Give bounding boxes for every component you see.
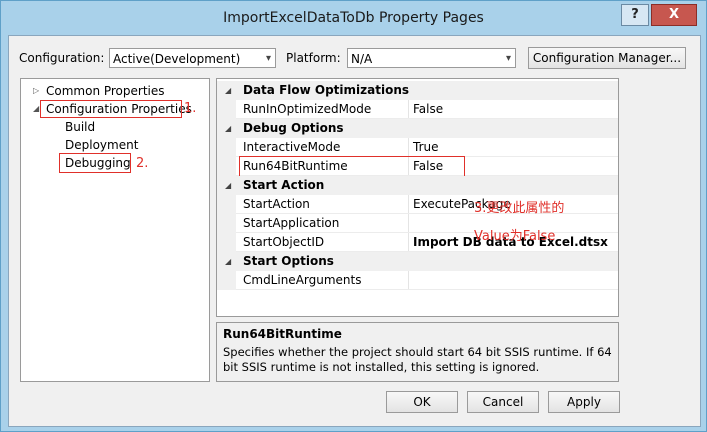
annotation-box-2 (59, 153, 131, 173)
tree-item-common-properties[interactable]: Common Properties (46, 84, 165, 98)
collapse-arrow-icon[interactable]: ◢ (225, 86, 231, 95)
property-name: StartAction (243, 197, 310, 211)
category-start-action[interactable]: ◢ Start Action (217, 176, 618, 195)
annotation-box-1 (40, 100, 182, 118)
configuration-manager-button[interactable]: Configuration Manager... (528, 47, 686, 69)
help-button[interactable]: ? (621, 4, 649, 26)
configuration-value: Active(Development) (113, 52, 241, 66)
expand-arrow-icon[interactable]: ▷ (33, 86, 39, 95)
category-start-options[interactable]: ◢ Start Options (217, 252, 618, 271)
category-debug-options[interactable]: ◢ Debug Options (217, 119, 618, 138)
property-row-run-optimized[interactable]: RunInOptimizedMode False (217, 100, 618, 119)
ok-button[interactable]: OK (386, 391, 458, 413)
property-grid: ◢ Data Flow Optimizations RunInOptimized… (216, 78, 619, 317)
category-data-flow[interactable]: ◢ Data Flow Optimizations (217, 81, 618, 100)
chevron-down-icon: ▾ (265, 53, 271, 64)
property-name: InteractiveMode (243, 140, 341, 154)
property-name: StartObjectID (243, 235, 325, 249)
configuration-label: Configuration: (19, 51, 105, 65)
platform-value: N/A (351, 52, 373, 66)
property-value[interactable]: True (413, 140, 439, 154)
tree-item-deployment[interactable]: Deployment (65, 138, 138, 152)
property-name: StartApplication (243, 216, 340, 230)
platform-combo[interactable]: N/A ▾ (347, 48, 516, 68)
property-row-start-object[interactable]: StartObjectID Import DB data to Excel.dt… (217, 233, 618, 252)
description-title: Run64BitRuntime (223, 327, 342, 341)
property-row-start-application[interactable]: StartApplication (217, 214, 618, 233)
collapse-arrow-icon[interactable]: ◢ (225, 181, 231, 190)
property-row-interactive-mode[interactable]: InteractiveMode True (217, 138, 618, 157)
category-label: Debug Options (243, 121, 344, 135)
settings-tree: ▷ Common Properties ◢ Configuration Prop… (20, 78, 210, 382)
chevron-down-icon: ▾ (505, 53, 511, 64)
apply-button[interactable]: Apply (548, 391, 620, 413)
annotation-label-3a: 3.更改此属性的 (474, 201, 565, 216)
annotation-label-2: 2. (136, 156, 149, 171)
annotation-label-1: 1. (184, 101, 197, 116)
tree-item-build[interactable]: Build (65, 120, 95, 134)
dialog-client-area: Configuration: Active(Development) ▾ Pla… (8, 35, 701, 427)
platform-label: Platform: (286, 51, 341, 65)
close-button[interactable]: X (651, 4, 697, 26)
property-name: RunInOptimizedMode (243, 102, 372, 116)
category-label: Start Options (243, 254, 334, 268)
cancel-button[interactable]: Cancel (467, 391, 539, 413)
property-value[interactable]: False (413, 102, 443, 116)
property-row-cmd-args[interactable]: CmdLineArguments (217, 271, 618, 290)
description-panel: Run64BitRuntime Specifies whether the pr… (216, 322, 619, 382)
category-label: Start Action (243, 178, 325, 192)
title-bar[interactable]: ImportExcelDataToDb Property Pages ? X (1, 1, 706, 35)
description-text: Specifies whether the project should sta… (223, 345, 612, 374)
annotation-label-3b: Value为False (474, 229, 556, 244)
property-pages-window: ImportExcelDataToDb Property Pages ? X C… (0, 0, 707, 432)
annotation-box-3 (239, 156, 465, 177)
collapse-arrow-icon[interactable]: ◢ (33, 104, 39, 113)
category-label: Data Flow Optimizations (243, 83, 410, 97)
collapse-arrow-icon[interactable]: ◢ (225, 124, 231, 133)
configuration-combo[interactable]: Active(Development) ▾ (109, 48, 276, 68)
window-title: ImportExcelDataToDb Property Pages (223, 10, 484, 26)
collapse-arrow-icon[interactable]: ◢ (225, 257, 231, 266)
property-name: CmdLineArguments (243, 273, 362, 287)
